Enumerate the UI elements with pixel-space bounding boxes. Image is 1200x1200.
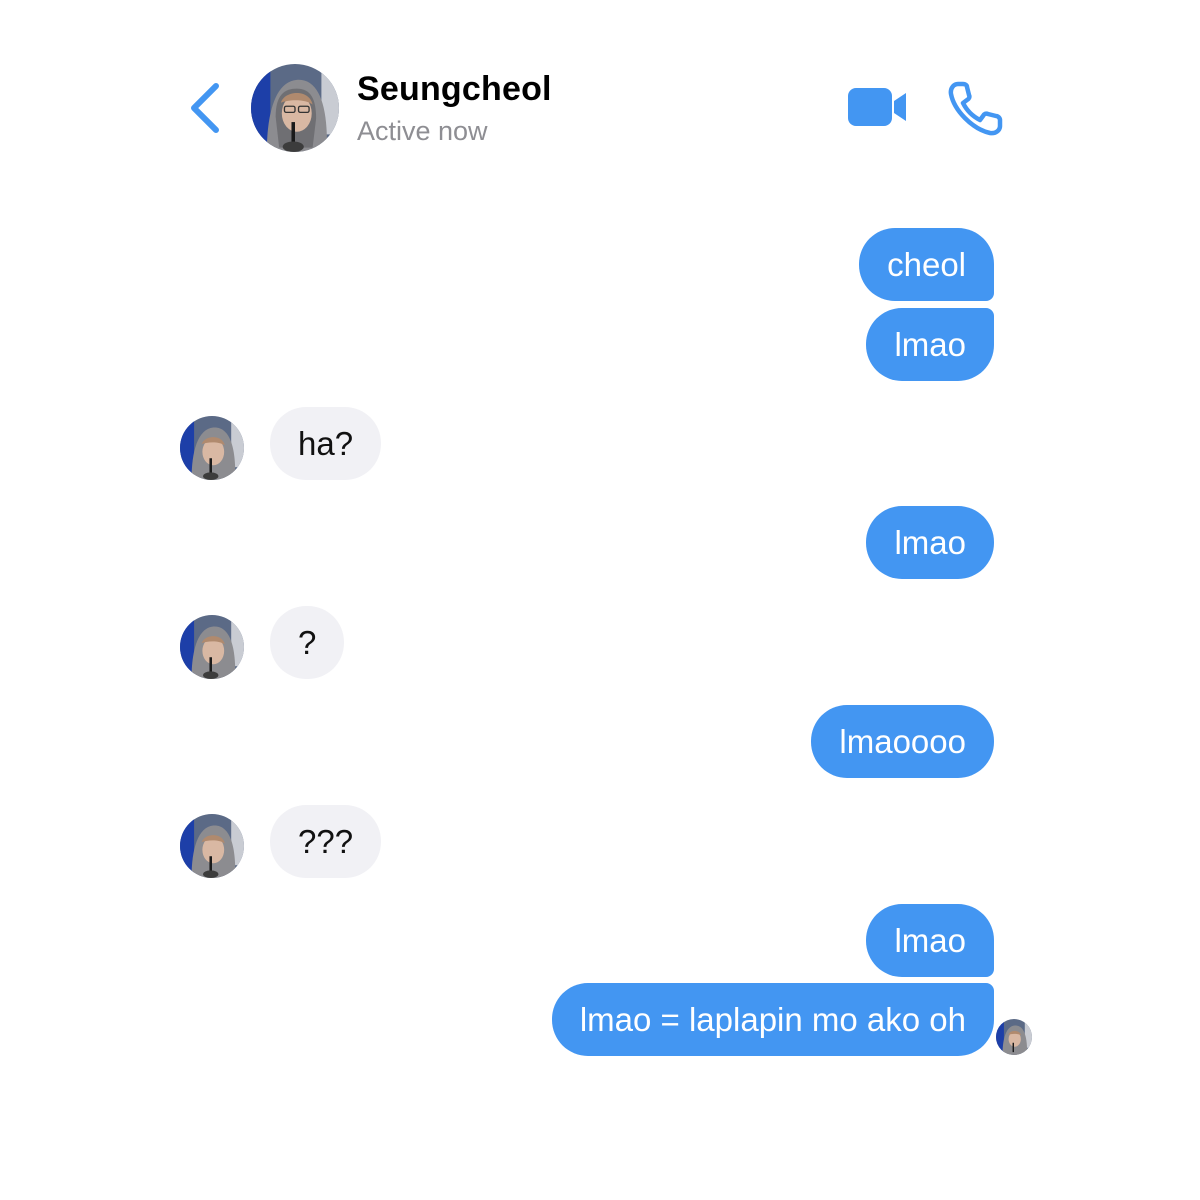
avatar-photo [180, 814, 244, 878]
voice-call-button[interactable] [948, 80, 1004, 136]
video-camera-icon [848, 88, 906, 126]
message-bubble-sent[interactable]: lmao [866, 506, 994, 579]
avatar-photo [251, 64, 339, 152]
message-bubble-sent[interactable]: lmao [866, 308, 994, 381]
contact-message-avatar[interactable] [180, 814, 244, 878]
contact-name[interactable]: Seungcheol [357, 70, 552, 109]
message-bubble-sent[interactable]: lmao = laplapin mo ako oh [551, 983, 994, 1056]
chevron-left-icon [191, 83, 219, 133]
contact-avatar[interactable] [251, 64, 339, 152]
avatar-photo [996, 1019, 1032, 1055]
message-bubble-sent[interactable]: cheol [859, 228, 994, 301]
active-status: Active now [357, 116, 488, 146]
message-bubble-sent[interactable]: lmao [866, 904, 994, 977]
avatar-photo [180, 615, 244, 679]
video-call-button[interactable] [846, 84, 910, 130]
message-bubble-received[interactable]: ha? [270, 407, 382, 480]
seen-receipt-avatar [996, 1019, 1032, 1055]
contact-message-avatar[interactable] [180, 416, 244, 480]
message-bubble-sent[interactable]: lmaoooo [811, 705, 994, 778]
message-bubble-received[interactable]: ??? [270, 805, 382, 878]
back-button[interactable] [186, 80, 226, 136]
message-bubble-received[interactable]: ? [270, 606, 345, 679]
phone-icon [948, 81, 1003, 136]
contact-message-avatar[interactable] [180, 615, 244, 679]
avatar-photo [180, 416, 244, 480]
